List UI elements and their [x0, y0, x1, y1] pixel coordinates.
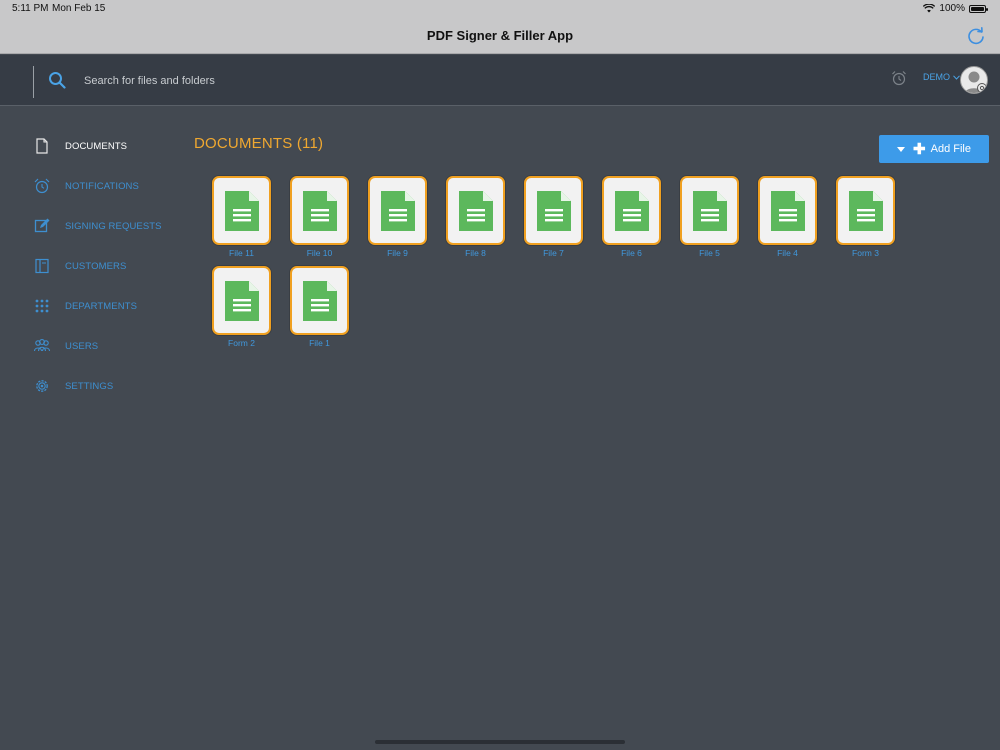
- file-tile[interactable]: [758, 176, 817, 245]
- file-tile[interactable]: [212, 266, 271, 335]
- edit-icon: [34, 218, 50, 233]
- battery-percent: 100%: [939, 3, 965, 14]
- file-tile[interactable]: [212, 176, 271, 245]
- file-tile[interactable]: [836, 176, 895, 245]
- battery-icon: [969, 4, 988, 13]
- sidebar-item-notifications[interactable]: NOTIFICATIONS: [33, 176, 183, 196]
- file-item[interactable]: File 7: [522, 176, 585, 258]
- sidebar-item-users[interactable]: USERS: [33, 336, 183, 356]
- sidebar-item-label: DOCUMENTS: [65, 140, 128, 152]
- add-file-label: Add File: [930, 143, 971, 155]
- file-tile[interactable]: [290, 176, 349, 245]
- page-title: DOCUMENTS (11): [194, 135, 324, 152]
- sidebar-item-label: SETTINGS: [65, 380, 114, 392]
- search-input[interactable]: [84, 71, 504, 91]
- users-icon: [33, 339, 51, 352]
- caret-down-icon: [897, 146, 906, 152]
- file-name: Form 2: [228, 338, 255, 348]
- user-menu[interactable]: DEMO: [923, 72, 960, 82]
- document-icon: [848, 190, 883, 231]
- file-tile[interactable]: [446, 176, 505, 245]
- gear-icon: [36, 380, 48, 392]
- file-item[interactable]: Form 3: [834, 176, 897, 258]
- file-item[interactable]: File 5: [678, 176, 741, 258]
- document-icon: [380, 190, 415, 231]
- plus-icon: ✚: [913, 140, 926, 158]
- file-item[interactable]: File 6: [600, 176, 663, 258]
- document-icon: [614, 190, 649, 231]
- file-item[interactable]: Form 2: [210, 266, 273, 348]
- file-tile[interactable]: [290, 266, 349, 335]
- refresh-icon[interactable]: [966, 26, 986, 46]
- user-name: DEMO: [923, 72, 950, 82]
- contacts-book-icon: [35, 258, 49, 274]
- user-settings-icon: [964, 71, 987, 93]
- file-name: File 10: [306, 248, 333, 258]
- sidebar-item-documents[interactable]: DOCUMENTS: [33, 136, 183, 156]
- document-icon: [224, 190, 259, 231]
- divider: [33, 66, 34, 98]
- sidebar-item-label: SIGNING REQUESTS: [65, 220, 162, 232]
- search-header: DEMO: [0, 55, 1000, 106]
- status-date: Mon Feb 15: [52, 3, 106, 14]
- file-name: File 7: [543, 248, 564, 258]
- document-icon: [770, 190, 805, 231]
- file-item[interactable]: File 4: [756, 176, 819, 258]
- file-name: File 1: [309, 338, 330, 348]
- sidebar-item-signing-requests[interactable]: SIGNING REQUESTS: [33, 216, 183, 236]
- file-item[interactable]: File 10: [288, 176, 351, 258]
- document-icon: [458, 190, 493, 231]
- sidebar-item-settings[interactable]: SETTINGS: [33, 376, 183, 396]
- top-bar: 5:11 PM Mon Feb 15 100% PDF Signer & Fil…: [0, 0, 1000, 54]
- file-name: File 6: [621, 248, 642, 258]
- file-name: File 5: [699, 248, 720, 258]
- file-tile[interactable]: [680, 176, 739, 245]
- status-indicators: 100%: [923, 3, 988, 14]
- alarm-clock-icon: [34, 178, 50, 194]
- document-icon: [302, 280, 337, 321]
- sidebar-item-customers[interactable]: CUSTOMERS: [33, 256, 183, 276]
- document-icon: [536, 190, 571, 231]
- file-tile[interactable]: [602, 176, 661, 245]
- status-time: 5:11 PM: [12, 3, 49, 14]
- home-indicator: [375, 740, 625, 744]
- file-name: File 8: [465, 248, 486, 258]
- sidebar-item-departments[interactable]: DEPARTMENTS: [33, 296, 183, 316]
- sidebar-item-label: CUSTOMERS: [65, 260, 127, 272]
- document-icon: [302, 190, 337, 231]
- chevron-down-icon: [953, 74, 960, 80]
- app-title: PDF Signer & Filler App: [426, 28, 574, 43]
- file-item[interactable]: File 11: [210, 176, 273, 258]
- avatar[interactable]: [960, 66, 988, 94]
- file-tile[interactable]: [368, 176, 427, 245]
- file-item[interactable]: File 9: [366, 176, 429, 258]
- file-name: Form 3: [852, 248, 879, 258]
- grid-dots-icon: [35, 299, 49, 313]
- document-icon: [692, 190, 727, 231]
- file-name: File 11: [229, 248, 254, 258]
- wifi-icon: [923, 4, 936, 13]
- document-icon: [36, 138, 48, 154]
- file-grid: File 11 File 10 File 9 File 8 File 7 File 6 Fi…: [210, 176, 910, 348]
- sidebar-item-label: NOTIFICATIONS: [65, 180, 139, 192]
- alarm-clock-icon[interactable]: [891, 70, 907, 86]
- file-name: File 4: [777, 248, 798, 258]
- sidebar-item-label: DEPARTMENTS: [65, 300, 138, 312]
- file-tile[interactable]: [524, 176, 583, 245]
- file-name: File 9: [387, 248, 408, 258]
- search-icon[interactable]: [48, 71, 66, 89]
- file-item[interactable]: File 8: [444, 176, 507, 258]
- file-item[interactable]: File 1: [288, 266, 351, 348]
- sidebar-item-label: USERS: [65, 340, 99, 352]
- add-file-button[interactable]: ✚ Add File: [879, 135, 989, 163]
- document-icon: [224, 280, 259, 321]
